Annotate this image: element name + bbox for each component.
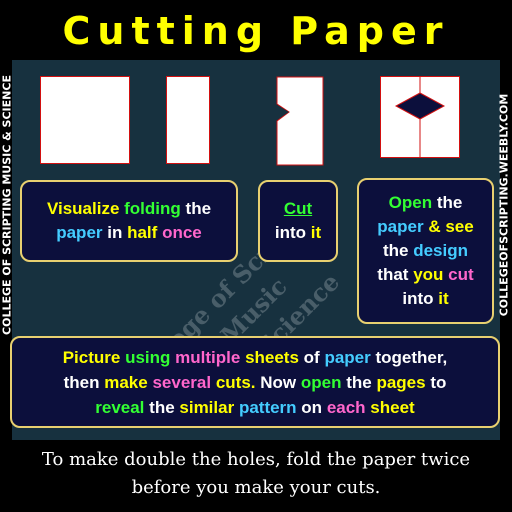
side-label-left: COLLEGE OF SCRIPTING MUSIC & SCIENCE <box>0 60 14 350</box>
step-cut-box: Cut into it <box>258 180 338 262</box>
infographic: Cutting Paper COLLEGE OF SCRIPTING MUSIC… <box>0 0 512 512</box>
paper-opened-design <box>380 76 460 158</box>
paper-full-sheet <box>40 76 130 164</box>
step-open-box: Open the paper & see the design that you… <box>357 178 494 324</box>
bottom-caption: To make double the holes, fold the paper… <box>0 440 512 512</box>
caption-line-1: To make double the holes, fold the paper… <box>41 449 471 470</box>
website-url-vertical: COLLEGEOFSCRIPTING.WEEBLY.COM <box>497 93 511 317</box>
page-title: Cutting Paper <box>62 9 450 53</box>
paper-folded-cut <box>276 76 324 166</box>
caption-line-2: before you make your cuts. <box>131 477 381 498</box>
college-name-vertical: COLLEGE OF SCRIPTING MUSIC & SCIENCE <box>0 75 14 335</box>
step-visualize-box: Visualize folding the paper in half once <box>20 180 238 262</box>
step-picture-box: Picture using multiple sheets of paper t… <box>10 336 500 428</box>
paper-folded-half <box>166 76 210 164</box>
side-label-right: COLLEGEOFSCRIPTING.WEEBLY.COM <box>496 60 512 350</box>
